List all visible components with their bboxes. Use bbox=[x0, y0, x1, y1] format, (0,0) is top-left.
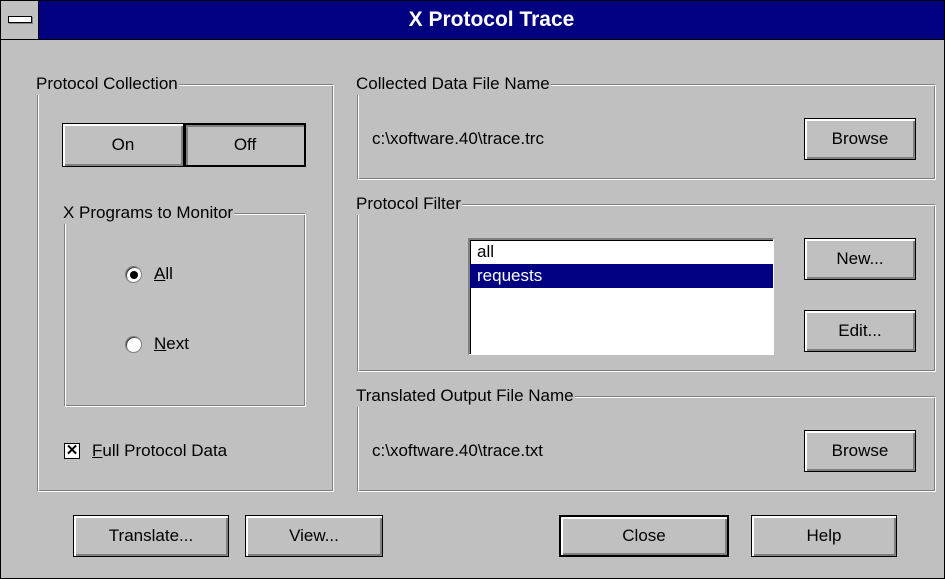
programs-to-monitor-label: X Programs to Monitor bbox=[62, 202, 235, 224]
system-menu-icon bbox=[8, 16, 32, 23]
help-button[interactable]: Help bbox=[751, 515, 897, 557]
system-menu-button[interactable] bbox=[1, 1, 39, 39]
radio-next[interactable]: Next bbox=[125, 334, 189, 354]
translated-output-file-path: c:\xoftware.40\trace.txt bbox=[372, 441, 544, 460]
edit-filter-button[interactable]: Edit... bbox=[804, 310, 916, 352]
translated-browse-button[interactable]: Browse bbox=[804, 430, 916, 472]
collected-data-file-label: Collected Data File Name bbox=[355, 73, 551, 95]
protocol-filter-listbox[interactable]: all requests bbox=[468, 238, 774, 355]
collected-data-file-group: Collected Data File Name c:\xoftware.40\… bbox=[355, 73, 936, 180]
programs-to-monitor-group: X Programs to Monitor All Next bbox=[62, 202, 306, 407]
checkbox-checked-icon: ✕ bbox=[64, 442, 80, 459]
radio-all[interactable]: All bbox=[125, 264, 173, 284]
protocol-filter-group: Protocol Filter all requests New... Edit… bbox=[355, 193, 936, 372]
view-button[interactable]: View... bbox=[245, 515, 383, 557]
radio-selected-dot bbox=[130, 270, 138, 279]
dialog-window: X Protocol Trace Protocol Collection On … bbox=[0, 0, 945, 579]
radio-next-indicator bbox=[125, 335, 142, 353]
radio-next-label: Next bbox=[154, 334, 189, 353]
collected-data-file-path: c:\xoftware.40\trace.trc bbox=[372, 129, 544, 148]
radio-all-indicator bbox=[125, 265, 142, 283]
protocol-filter-label: Protocol Filter bbox=[355, 193, 462, 215]
off-button[interactable]: Off bbox=[184, 123, 306, 167]
translate-button[interactable]: Translate... bbox=[73, 515, 229, 557]
radio-all-label: All bbox=[154, 264, 173, 283]
list-item-selected[interactable]: requests bbox=[470, 264, 773, 288]
close-button[interactable]: Close bbox=[559, 515, 729, 557]
title-bar[interactable]: X Protocol Trace bbox=[1, 1, 944, 40]
protocol-collection-group: Protocol Collection On Off X Programs to… bbox=[35, 73, 334, 492]
new-filter-button[interactable]: New... bbox=[804, 238, 916, 280]
translated-output-file-label: Translated Output File Name bbox=[355, 385, 575, 407]
window-title: X Protocol Trace bbox=[408, 8, 575, 31]
on-button[interactable]: On bbox=[62, 123, 184, 167]
collected-browse-button[interactable]: Browse bbox=[804, 118, 916, 160]
list-item[interactable]: all bbox=[470, 240, 773, 264]
translated-output-file-group: Translated Output File Name c:\xoftware.… bbox=[355, 385, 936, 492]
full-protocol-data-label: Full Protocol Data bbox=[92, 441, 228, 460]
protocol-collection-label: Protocol Collection bbox=[35, 73, 179, 95]
full-protocol-data-checkbox[interactable]: ✕ Full Protocol Data bbox=[64, 441, 227, 461]
